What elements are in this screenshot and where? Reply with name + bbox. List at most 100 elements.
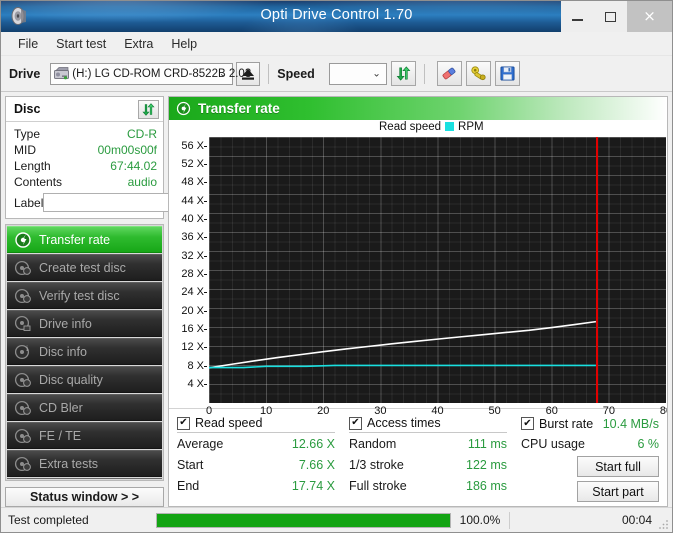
drive-select[interactable]: (H:) LG CD-ROM CRD-8522B 2.03 ⌄	[50, 62, 251, 85]
stat-row-end: End 17.74 X	[177, 475, 335, 496]
stat-key: Start	[177, 457, 204, 472]
stat-row-average: Average 12.66 X	[177, 433, 335, 454]
sidebar-item-extra-tests[interactable]: Extra tests	[7, 450, 162, 477]
disc-row-value: 67:44.02	[110, 159, 157, 173]
application-window: Opti Drive Control 1.70 × File Start tes…	[0, 0, 673, 533]
legend-label-rpm: RPM	[458, 120, 484, 133]
minimize-button[interactable]	[561, 1, 594, 32]
stat-row-full-stroke: Full stroke 186 ms	[349, 475, 507, 496]
burst-rate-checkbox[interactable]: ✔	[521, 417, 534, 430]
chart-y-tick-label: 16 X	[181, 323, 204, 336]
chart-plot-area	[209, 136, 666, 403]
menu-item-file[interactable]: File	[9, 34, 47, 54]
disc-row-contents: Contents audio	[14, 174, 157, 190]
stat-key: 1/3 stroke	[349, 457, 404, 472]
maximize-button[interactable]	[594, 1, 627, 32]
stat-key: Average	[177, 436, 224, 451]
refresh-arrows-icon	[396, 66, 411, 81]
stats-access-times: ✔ Access times Random 111 ms 1/3 stroke …	[349, 415, 521, 502]
chart-y-tick-label: 28 X	[181, 268, 204, 281]
window-controls: ×	[561, 1, 672, 32]
chart-y-tick-mark	[204, 237, 207, 239]
legend-label-read-speed: Read speed	[379, 120, 442, 133]
elapsed-time: 00:04	[621, 513, 652, 527]
sidebar-item-disc-info[interactable]: i Disc info	[7, 338, 162, 365]
refresh-button[interactable]	[390, 61, 416, 86]
speed-label: Speed	[277, 66, 315, 81]
sidebar: Disc Type CD-R MID 00m00s00f Length 67:4…	[5, 96, 213, 507]
sidebar-item-fe-te[interactable]: FE / TE	[7, 422, 162, 449]
chart-y-tick-label: 12 X	[181, 341, 204, 354]
close-icon: ×	[643, 7, 656, 25]
read-speed-header: ✔ Read speed	[177, 415, 335, 433]
progress-bar-fill	[157, 513, 450, 527]
body-area: Disc Type CD-R MID 00m00s00f Length 67:4…	[1, 93, 672, 507]
stats-burst-rate: ✔ Burst rate 10.4 MB/s CPU usage 6 % Sta…	[521, 415, 659, 502]
chart-y-tick-label: 44 X	[181, 194, 204, 207]
read-speed-checkbox[interactable]: ✔	[177, 416, 190, 430]
disc-row-key: Length	[14, 159, 51, 173]
chart-y-tick-label: 20 X	[181, 304, 204, 317]
disc-info-icon: i	[14, 343, 32, 361]
start-buttons: Start full Start part	[521, 456, 659, 502]
progress-percent: 100.0%	[459, 513, 501, 527]
eraser-button[interactable]	[436, 61, 462, 86]
burst-rate-header: ✔ Burst rate 10.4 MB/s	[521, 415, 659, 433]
sidebar-item-cd-bler[interactable]: CD Bler	[7, 394, 162, 421]
chart-y-tick-mark	[204, 164, 207, 166]
chart-y-tick-mark	[204, 329, 207, 331]
chart-x-tick-label: 80	[659, 404, 667, 417]
disc-info-icon	[14, 315, 32, 333]
menu-item-help[interactable]: Help	[162, 34, 206, 54]
chart-y-tick-mark	[204, 255, 207, 257]
disc-row-key: Contents	[14, 175, 63, 189]
maximize-icon	[605, 11, 616, 22]
chart-y-tick-mark	[204, 145, 207, 147]
disc-refresh-button[interactable]	[138, 99, 159, 119]
resize-grip[interactable]	[658, 518, 669, 529]
start-part-button[interactable]: Start part	[577, 481, 659, 502]
title-bar: Opti Drive Control 1.70 ×	[1, 1, 672, 32]
menu-item-extra[interactable]: Extra	[115, 34, 162, 54]
chart-cursor-line	[595, 136, 598, 403]
sidebar-item-drive-info[interactable]: Drive info	[7, 310, 162, 337]
access-times-header: ✔ Access times	[349, 415, 507, 433]
stat-value: 12.66 X	[291, 436, 335, 451]
burst-rate-value: 10.4 MB/s	[602, 416, 659, 431]
start-full-button[interactable]: Start full	[577, 456, 659, 477]
save-button[interactable]	[494, 61, 520, 86]
sidebar-item-label: Verify test disc	[39, 288, 120, 303]
access-times-checkbox[interactable]: ✔	[349, 416, 362, 430]
sidebar-item-label: Transfer rate	[39, 232, 111, 247]
sidebar-item-label: Disc info	[39, 344, 87, 359]
speed-select[interactable]: ⌄	[328, 62, 387, 85]
tools-button[interactable]	[465, 61, 491, 86]
status-message: Test completed	[8, 513, 89, 527]
sidebar-item-verify-test-disc[interactable]: Verify test disc	[7, 282, 162, 309]
sidebar-item-create-test-disc[interactable]: Create test disc	[7, 254, 162, 281]
sidebar-item-disc-quality[interactable]: Disc quality	[7, 366, 162, 393]
sidebar-item-transfer-rate[interactable]: Transfer rate	[7, 226, 162, 253]
chart-y-tick-mark	[204, 219, 207, 221]
chevron-down-icon: ⌄	[218, 68, 228, 79]
burst-rate-label: Burst rate	[539, 416, 594, 431]
menu-bar: File Start test Extra Help	[1, 32, 672, 56]
chart-y-tick-label: 4 X	[187, 378, 204, 391]
sidebar-item-label: Drive info	[39, 316, 92, 331]
chart-y-tick-mark	[204, 347, 207, 349]
disc-label-key: Label	[14, 195, 44, 210]
close-button[interactable]: ×	[627, 1, 672, 32]
disc-panel-title: Disc	[14, 102, 41, 116]
chart-y-tick-label: 52 X	[181, 158, 204, 171]
menu-item-start-test[interactable]: Start test	[47, 34, 115, 54]
chart-y-tick-mark	[204, 200, 207, 202]
wrench-icon	[471, 66, 486, 81]
sidebar-item-label: Create test disc	[39, 260, 126, 275]
drive-label: Drive	[9, 66, 41, 81]
toolbar: Drive (H:) LG CD-ROM CRD-8522B 2.03 ⌄ Sp…	[1, 56, 672, 92]
chart-y-tick-label: 36 X	[181, 231, 204, 244]
status-window-button[interactable]: Status window > >	[5, 487, 164, 507]
nav-list: Transfer rate Create test disc Verify te…	[5, 224, 164, 481]
stat-value: 6 %	[637, 436, 659, 451]
stat-key: CPU usage	[521, 436, 585, 451]
